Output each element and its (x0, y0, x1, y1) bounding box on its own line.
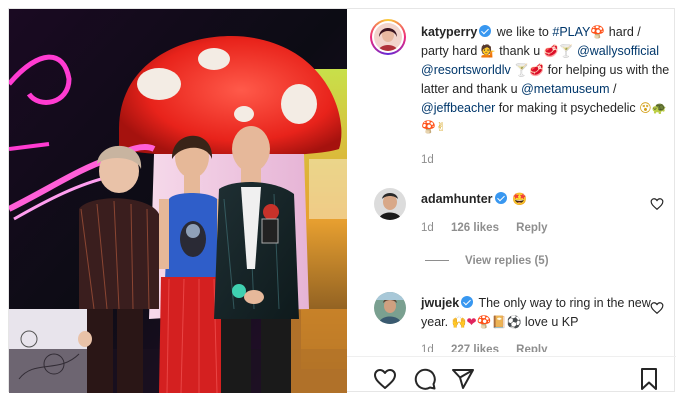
mention-link[interactable]: #PLAY (552, 25, 590, 39)
author-avatar-image (374, 23, 402, 51)
photo-illustration (9, 9, 347, 393)
comments-scroll-area[interactable]: katyperry we like to #PLAY🍄 hard / party… (347, 9, 676, 352)
screenshot-frame: katyperry we like to #PLAY🍄 hard / party… (0, 0, 700, 400)
comment-likes[interactable]: 126 likes (451, 222, 499, 234)
emoji-icon: 🍄 (476, 315, 492, 329)
verified-badge-icon (479, 25, 492, 37)
emoji-icon: ❤ (466, 315, 477, 329)
emoji-icon: 🍄 (590, 25, 606, 39)
emoji-icon: 🐢 (651, 101, 667, 115)
heart-icon (374, 369, 396, 389)
mention-link[interactable]: @metamuseum (521, 82, 609, 96)
text-run: for making it psychedelic (495, 101, 640, 115)
like-comment-heart-icon[interactable] (650, 301, 664, 315)
verified-badge-icon (494, 192, 507, 204)
emoji-icon: 🙌 (451, 315, 467, 329)
emoji-icon: 📔 (491, 315, 507, 329)
comment-button[interactable] (413, 367, 437, 391)
emoji-icon: 😵 (639, 101, 652, 115)
emoji-icon: 🍸 (514, 63, 530, 77)
emoji-icon: ⚽ (506, 315, 522, 329)
comment-avatar-jwujek[interactable] (374, 292, 406, 324)
text-run: we like to (496, 25, 553, 39)
emoji-icon: 🥩 (543, 44, 559, 58)
comment-meta: 1d 126 likes Reply (421, 222, 562, 234)
text-run: love u KP (521, 315, 579, 329)
comment-text: 🤩 (512, 192, 527, 206)
emoji-icon: 🥩 (529, 63, 545, 77)
text-run: thank u (495, 44, 544, 58)
text-run: / (609, 82, 617, 96)
comment-avatar-adamhunter[interactable] (374, 188, 406, 220)
like-comment-heart-icon[interactable] (650, 197, 664, 211)
comment-icon (414, 368, 436, 390)
reply-button[interactable]: Reply (516, 344, 547, 352)
post-photo[interactable] (9, 9, 347, 393)
replies-divider-line (425, 260, 449, 262)
emoji-icon: 🤩 (512, 192, 527, 206)
caption-text: we like to #PLAY🍄 hard / party hard 💁 th… (421, 25, 669, 134)
emoji-icon: 💁 (480, 44, 496, 58)
save-button[interactable] (637, 367, 661, 391)
emoji-icon: 🍸 (558, 44, 574, 58)
mention-link[interactable]: @resortsworldlv (421, 63, 511, 77)
comment-meta: 1d 227 likes Reply (421, 344, 562, 352)
author-username[interactable]: katyperry (421, 25, 477, 39)
comment-adamhunter: adamhunter 🤩 (421, 190, 671, 209)
post-side-panel: katyperry we like to #PLAY🍄 hard / party… (347, 9, 676, 393)
caption-timestamp[interactable]: 1d (421, 154, 448, 166)
comment-age[interactable]: 1d (421, 222, 434, 234)
comment-age[interactable]: 1d (421, 344, 434, 352)
like-button[interactable] (373, 367, 397, 391)
emoji-icon: ✌ (435, 120, 447, 134)
comment-likes[interactable]: 227 likes (451, 344, 499, 352)
mention-link[interactable]: @wallysofficial (577, 44, 659, 58)
comment-jwujek: jwujek The only way to ring in the new y… (421, 294, 671, 332)
reply-button[interactable]: Reply (516, 222, 547, 234)
share-button[interactable] (451, 367, 475, 391)
author-avatar[interactable] (370, 19, 406, 55)
comment-username[interactable]: jwujek (421, 296, 459, 310)
post-action-bar (347, 356, 676, 393)
verified-badge-icon (461, 296, 474, 308)
post-card: katyperry we like to #PLAY🍄 hard / party… (8, 8, 676, 393)
emoji-icon: 🍄 (421, 120, 436, 134)
mention-link[interactable]: @jeffbeacher (421, 101, 495, 115)
share-icon (452, 369, 474, 389)
bookmark-icon (641, 368, 657, 390)
comment-username[interactable]: adamhunter (421, 192, 493, 206)
post-caption: katyperry we like to #PLAY🍄 hard / party… (421, 23, 671, 137)
view-replies-button[interactable]: View replies (5) (425, 255, 549, 267)
